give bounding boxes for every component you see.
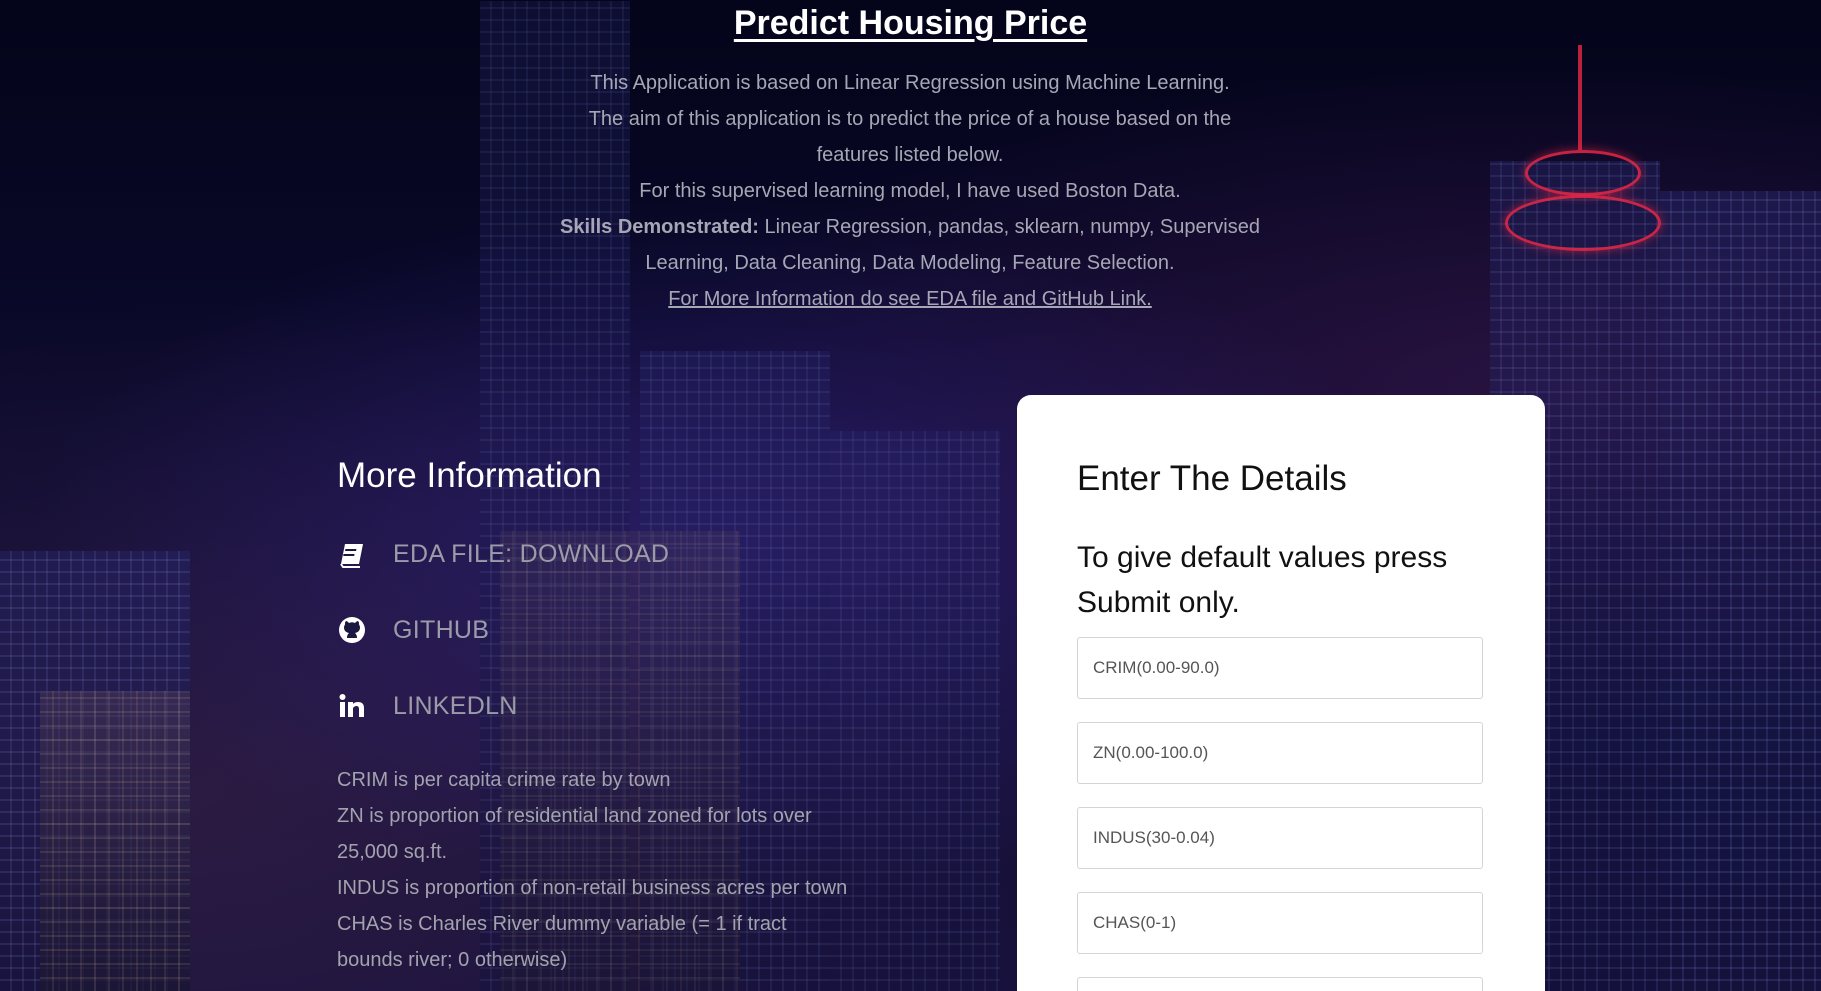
zn-input[interactable] [1077,722,1483,784]
linkedin-label: LINKEDLN [393,691,518,720]
form-heading: Enter The Details [1077,459,1347,498]
eda-download-label: EDA FILE: DOWNLOAD [393,539,670,568]
more-info-link[interactable]: For More Information do see EDA file and… [668,288,1152,310]
next-field-input[interactable] [1077,977,1483,991]
more-information-section: More Information EDA FILE: DOWNLOAD GITH… [337,456,857,978]
linkedin-link[interactable]: LINKEDLN [337,686,857,726]
skills-label: Skills Demonstrated: [560,216,759,238]
page-title: Predict Housing Price [733,4,1088,42]
github-icon [337,615,367,645]
feature-description: ZN is proportion of residential land zon… [337,805,812,863]
github-label: GITHUB [393,615,490,644]
book-icon [337,539,367,569]
chas-input[interactable] [1077,892,1483,954]
intro-line: The aim of this application is to predic… [588,108,1232,166]
skills-line: Skills Demonstrated: Linear Regression, … [560,209,1260,281]
page-content: Predict Housing Price This Application i… [0,0,1821,991]
more-information-heading: More Information [337,456,602,495]
feature-descriptions: CRIM is per capita crime rate by town ZN… [337,762,857,978]
github-link[interactable]: GITHUB [337,610,857,650]
intro-line: For this supervised learning model, I ha… [639,180,1181,202]
eda-download-link[interactable]: EDA FILE: DOWNLOAD [337,534,857,574]
linkedin-icon [337,691,367,721]
feature-description: CRIM is per capita crime rate by town [337,769,671,791]
form-subheading: To give default values press Submit only… [1077,541,1448,619]
feature-description: INDUS is proportion of non-retail busine… [337,877,848,899]
intro-text: This Application is based on Linear Regr… [560,65,1260,317]
crim-input[interactable] [1077,637,1483,699]
feature-description: CHAS is Charles River dummy variable (= … [337,913,787,971]
indus-input[interactable] [1077,807,1483,869]
intro-line: This Application is based on Linear Regr… [590,72,1230,94]
details-form-card: Enter The Details To give default values… [1017,395,1545,991]
